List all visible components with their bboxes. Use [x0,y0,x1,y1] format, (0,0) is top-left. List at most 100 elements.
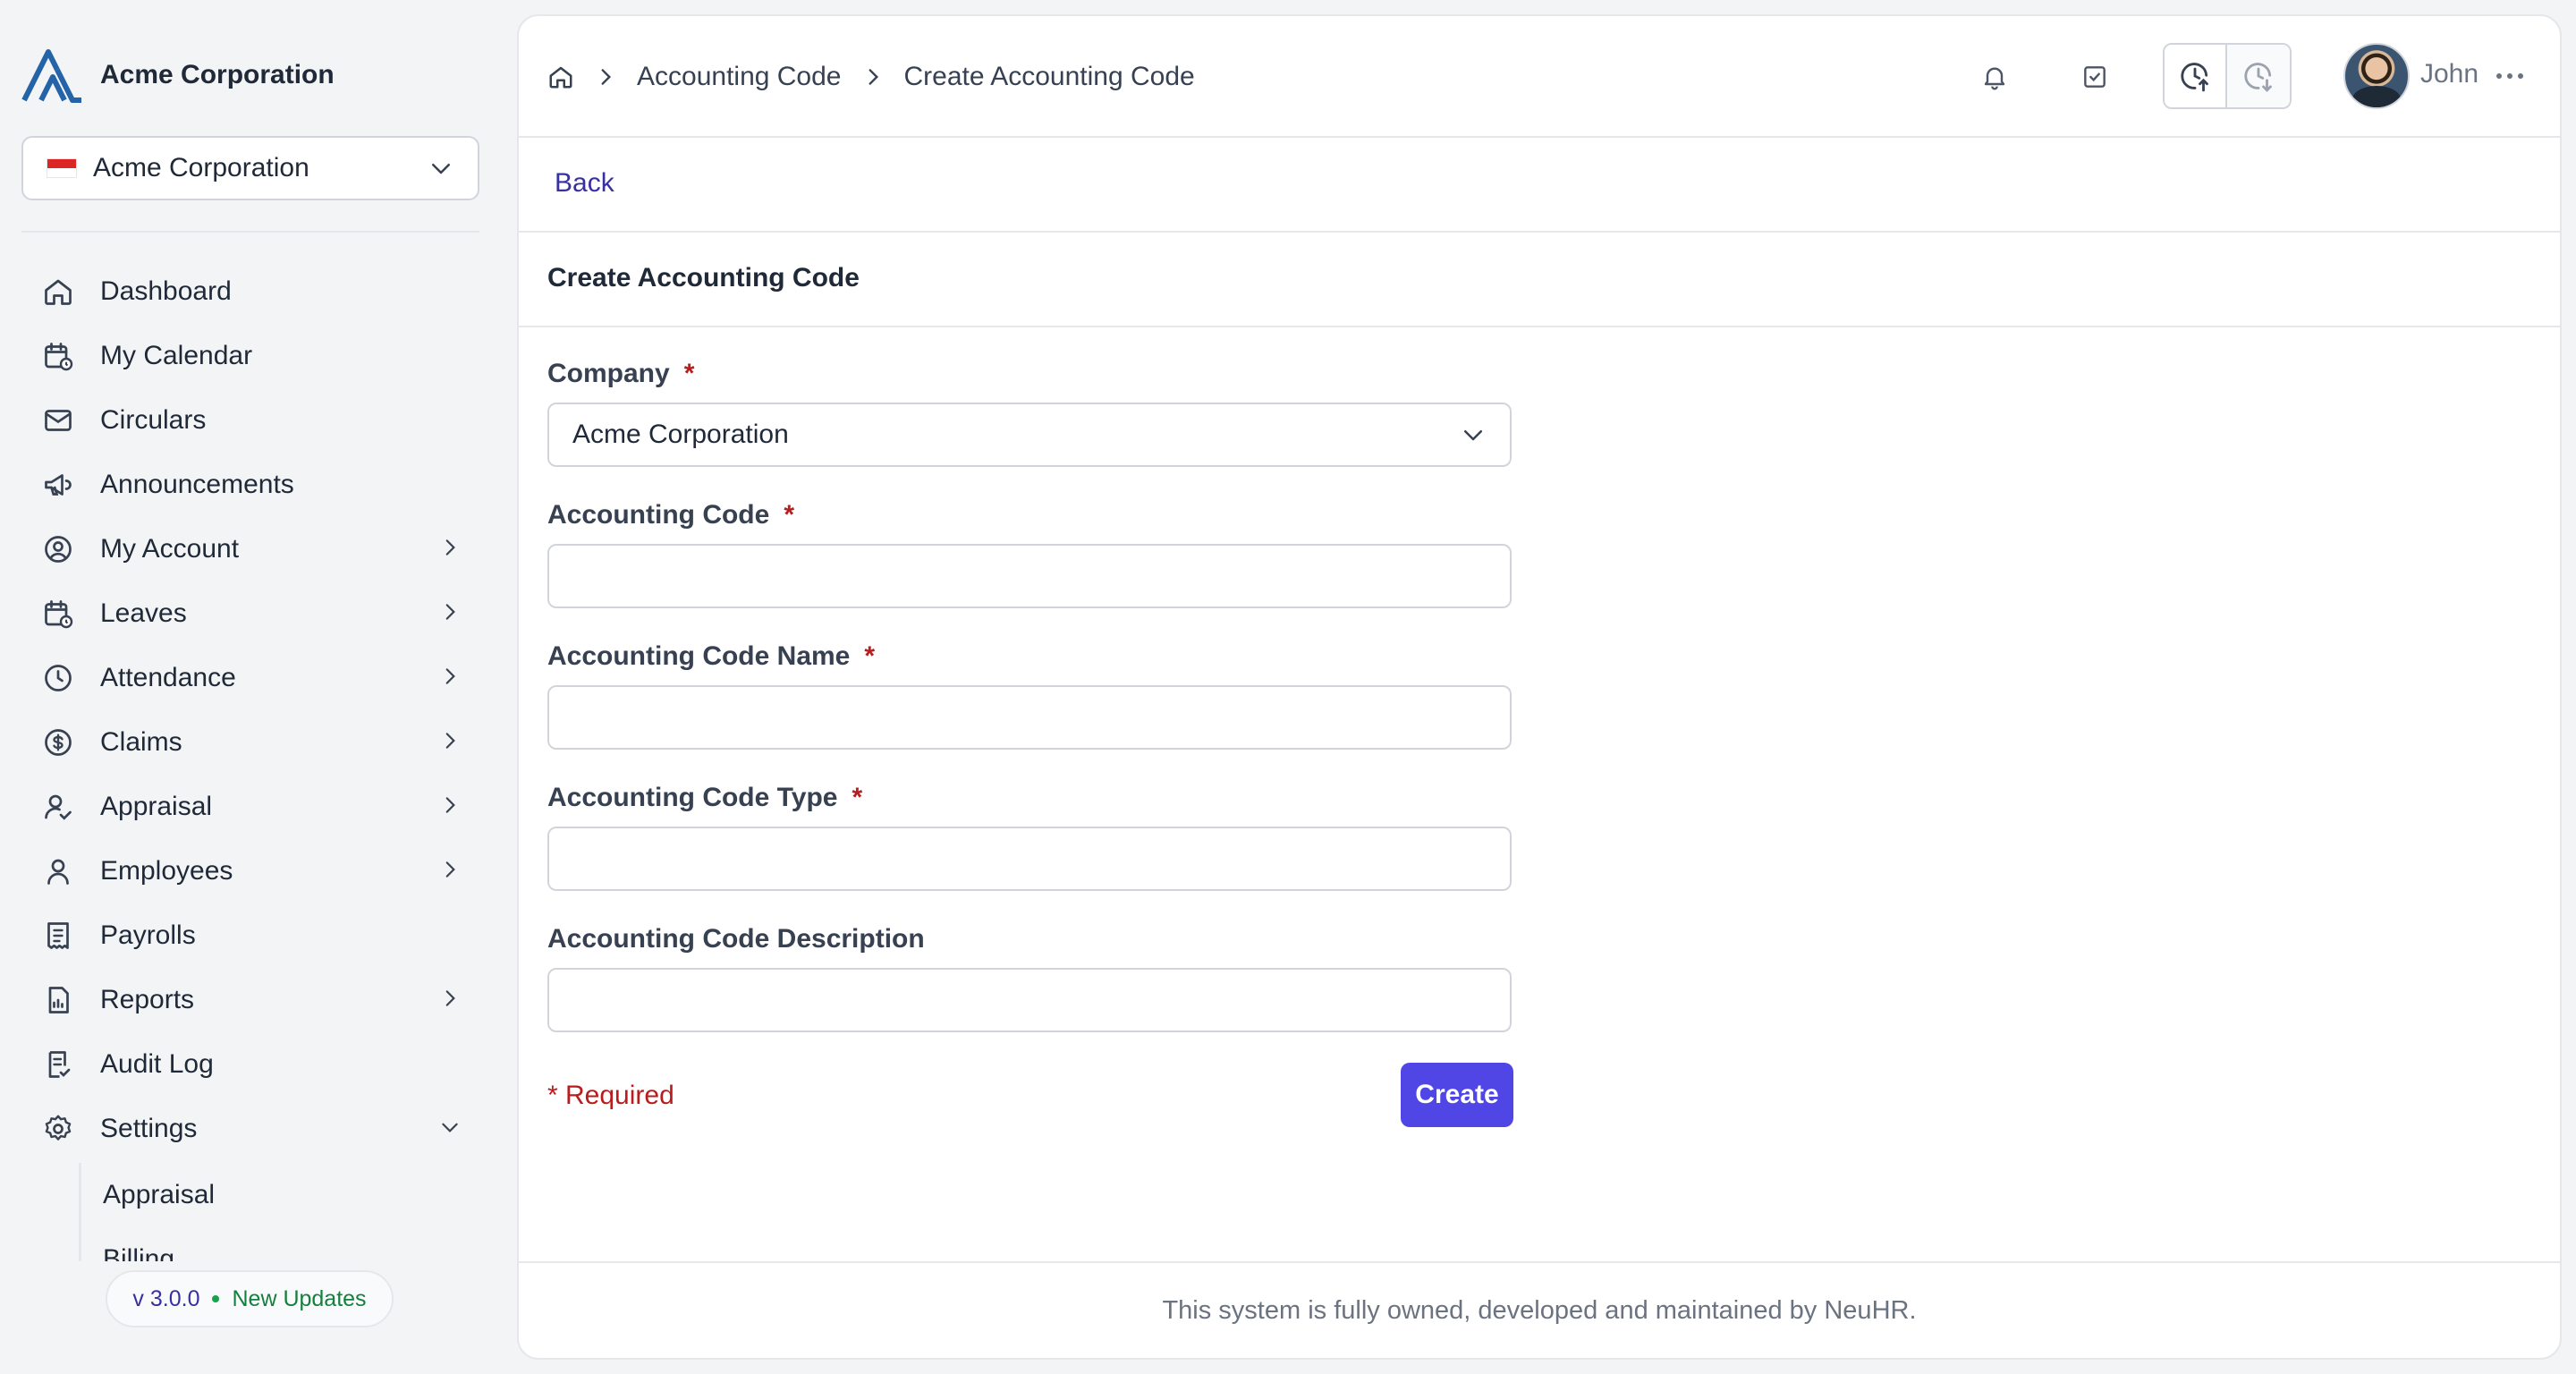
sidebar-item-label: Employees [100,856,233,886]
breadcrumb-accounting-code[interactable]: Accounting Code [637,62,842,92]
submenu-item-billing[interactable]: Billing [81,1227,463,1261]
sidebar-item-audit-log[interactable]: Audit Log [41,1032,462,1097]
sidebar-item-employees[interactable]: Employees [41,839,462,903]
accounting-code-description-field: Accounting Code Description [547,921,1513,1032]
report-icon [41,983,75,1017]
chevron-right-icon [438,793,462,821]
sidebar-item-label: Announcements [100,470,294,499]
sidebar-divider [21,231,479,233]
user-circle-icon [41,532,75,566]
chevron-down-icon [432,164,450,174]
calendar-clock-icon [41,597,75,631]
accounting-code-form: Company * Acme Corporation Accounting Co… [547,356,1513,1127]
sidebar-item-label: Appraisal [100,792,213,821]
sidebar-item-circulars[interactable]: Circulars [41,388,462,453]
top-bar: Accounting Code Create Accounting Code J… [519,16,2560,138]
user-name[interactable]: John [2420,59,2479,89]
sidebar-item-my-account[interactable]: My Account [41,517,462,581]
chevron-down-icon [438,1115,462,1143]
company-switcher-label: Acme Corporation [93,153,309,182]
accounting-code-description-input[interactable] [572,985,1487,1015]
chevron-down-icon [1464,430,1482,441]
company-field: Company * Acme Corporation [547,356,1513,467]
sidebar-item-appraisal[interactable]: Appraisal [41,775,462,839]
accounting-code-name-input-wrap [547,685,1512,750]
accounting-code-type-input[interactable] [572,844,1487,874]
sidebar-item-label: My Account [100,534,240,564]
accounting-code-description-label-text: Accounting Code Description [547,924,925,954]
sidebar-item-label: My Calendar [100,341,253,370]
version-badge[interactable]: v 3.0.0 New Updates [106,1270,394,1327]
flag-icon [47,158,77,178]
company-label-text: Company [547,359,670,388]
mail-icon [41,403,75,437]
sidebar-item-label: Reports [100,985,195,1014]
megaphone-icon [41,468,75,502]
gear-icon [41,1112,75,1146]
version-number: v 3.0.0 [132,1285,200,1311]
accounting-code-input-wrap [547,544,1512,608]
accounting-code-name-field: Accounting Code Name * [547,639,1513,750]
home-icon[interactable] [547,64,574,90]
clock-in-button[interactable] [2165,45,2228,107]
sidebar-item-leaves[interactable]: Leaves [41,581,462,646]
chevron-right-icon [438,600,462,628]
updates-label: New Updates [232,1285,367,1311]
dollar-circle-icon [41,725,75,759]
sidebar-nav: Dashboard My Calendar Circulars Announce… [41,259,462,1161]
form-footer: * Required Create [547,1063,1513,1127]
sidebar-item-attendance[interactable]: Attendance [41,646,462,710]
accounting-code-description-input-wrap [547,968,1512,1032]
user-icon [41,854,75,888]
sidebar-item-announcements[interactable]: Announcements [41,453,462,517]
accounting-code-type-label: Accounting Code Type * [547,780,1513,816]
sidebar-item-claims[interactable]: Claims [41,710,462,775]
submenu-item-appraisal[interactable]: Appraisal [81,1163,463,1227]
clock-in-out-group [2163,43,2292,109]
more-icon[interactable] [2492,63,2528,89]
accounting-code-type-field: Accounting Code Type * [547,780,1513,891]
brand-name: Acme Corporation [100,60,335,89]
sidebar-item-label: Leaves [100,598,187,628]
page-title: Create Accounting Code [547,263,860,293]
accounting-code-name-label: Accounting Code Name * [547,639,1513,674]
accounting-code-name-input[interactable] [572,702,1487,733]
sidebar-item-label: Audit Log [100,1049,214,1079]
company-select[interactable]: Acme Corporation [547,403,1512,467]
required-asterisk: * [864,641,876,671]
required-asterisk: * [683,359,695,388]
accounting-code-input[interactable] [572,561,1487,591]
chevron-right-icon [438,729,462,757]
brand[interactable]: Acme Corporation [21,47,335,104]
accounting-code-type-input-wrap [547,827,1512,891]
create-button[interactable]: Create [1401,1063,1513,1127]
sidebar-item-payrolls[interactable]: Payrolls [41,903,462,968]
avatar[interactable] [2343,43,2410,109]
home-icon [41,275,75,309]
sidebar-item-dashboard[interactable]: Dashboard [41,259,462,324]
settings-submenu: Appraisal Billing [79,1163,463,1261]
sidebar-item-label: Payrolls [100,920,196,950]
sidebar-item-my-calendar[interactable]: My Calendar [41,324,462,388]
sidebar-item-label: Settings [100,1114,198,1143]
checkbox-icon[interactable] [2077,59,2113,95]
sidebar-item-label: Attendance [100,663,236,692]
chevron-right-icon [438,536,462,564]
breadcrumb: Accounting Code Create Accounting Code [547,16,1195,138]
bell-icon[interactable] [1977,59,2012,95]
sidebar-item-settings[interactable]: Settings [41,1097,462,1161]
receipt-icon [41,919,75,953]
clock-out-button[interactable] [2227,45,2290,107]
chevron-right-icon [438,858,462,886]
sidebar-item-reports[interactable]: Reports [41,968,462,1032]
page-footer: This system is fully owned, developed an… [519,1261,2560,1358]
clock-icon [41,661,75,695]
back-link[interactable]: Back [555,168,614,199]
required-asterisk: * [852,783,863,812]
company-select-value: Acme Corporation [572,420,789,449]
accounting-code-type-label-text: Accounting Code Type [547,783,838,812]
clock-in-icon [2181,63,2208,92]
main-panel: Accounting Code Create Accounting Code J… [517,14,2562,1360]
user-check-icon [41,790,75,824]
company-switcher[interactable]: Acme Corporation [21,136,479,200]
